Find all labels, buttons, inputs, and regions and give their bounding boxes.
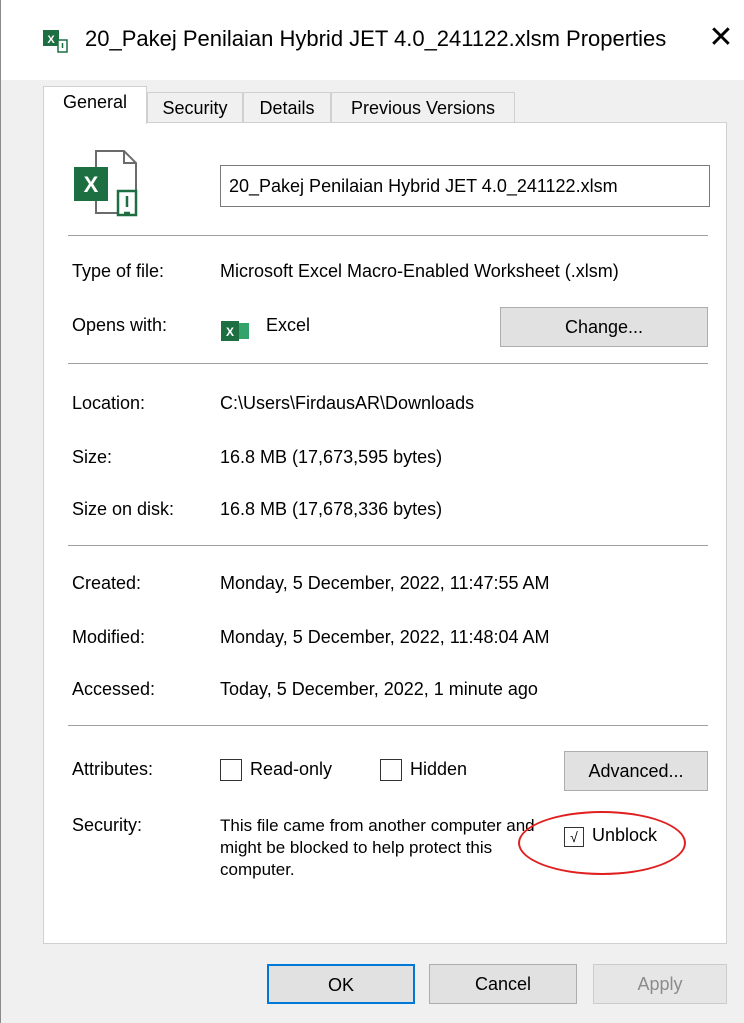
separator [68,363,708,364]
location-label: Location: [72,393,146,413]
size-label: Size: [72,447,113,467]
separator [68,725,708,726]
hidden-checkbox[interactable] [380,759,402,781]
excel-app-icon: X [221,321,249,341]
separator [68,545,708,546]
tab-details[interactable]: Details [243,92,331,122]
type-value: Microsoft Excel Macro-Enabled Worksheet … [220,261,619,281]
readonly-checkbox[interactable] [220,759,242,781]
properties-dialog: X 20_Pakej Penilaian Hybrid JET 4.0_2411… [0,0,744,1023]
advanced-button[interactable]: Advanced... [564,751,708,791]
svg-text:X: X [84,172,99,197]
apply-button[interactable]: Apply [593,964,727,1004]
general-panel: X 20_Pakej Penilaian Hybrid JET 4.0_2411… [43,122,727,944]
file-name-field[interactable]: 20_Pakej Penilaian Hybrid JET 4.0_241122… [220,165,710,207]
hidden-label[interactable]: Hidden [410,759,467,780]
location-value: C:\Users\FirdausAR\Downloads [220,393,475,413]
tab-security[interactable]: Security [147,92,243,122]
readonly-label[interactable]: Read-only [250,759,332,780]
opens-with-value: Excel [266,315,311,335]
type-label: Type of file: [72,261,165,281]
title-bar: X 20_Pakej Penilaian Hybrid JET 4.0_2411… [1,0,744,80]
size-on-disk-value: 16.8 MB (17,678,336 bytes) [220,499,443,519]
close-button[interactable]: ✕ [701,18,741,58]
svg-text:X: X [226,325,234,339]
window-title: 20_Pakej Penilaian Hybrid JET 4.0_241122… [85,26,667,51]
unblock-checkbox[interactable]: √ [564,827,584,847]
excel-document-icon: X [74,150,138,217]
size-on-disk-label: Size on disk: [72,499,175,519]
accessed-value: Today, 5 December, 2022, 1 minute ago [220,679,538,699]
security-label: Security: [72,815,143,835]
created-label: Created: [72,573,142,593]
tab-previous-versions[interactable]: Previous Versions [331,92,515,122]
svg-text:X: X [47,34,55,46]
accessed-label: Accessed: [72,679,156,699]
size-value: 16.8 MB (17,673,595 bytes) [220,447,443,467]
created-value: Monday, 5 December, 2022, 11:47:55 AM [220,573,550,593]
attributes-label: Attributes: [72,759,154,779]
excel-file-icon: X [43,30,68,53]
separator [68,235,708,236]
cancel-button[interactable]: Cancel [429,964,577,1004]
unblock-label[interactable]: Unblock [592,825,657,846]
change-button[interactable]: Change... [500,307,708,347]
ok-button[interactable]: OK [267,964,415,1004]
tab-general[interactable]: General [43,86,147,124]
modified-label: Modified: [72,627,146,647]
opens-with-label: Opens with: [72,315,168,335]
security-message: This file came from another computer and… [220,816,535,879]
modified-value: Monday, 5 December, 2022, 11:48:04 AM [220,627,550,647]
